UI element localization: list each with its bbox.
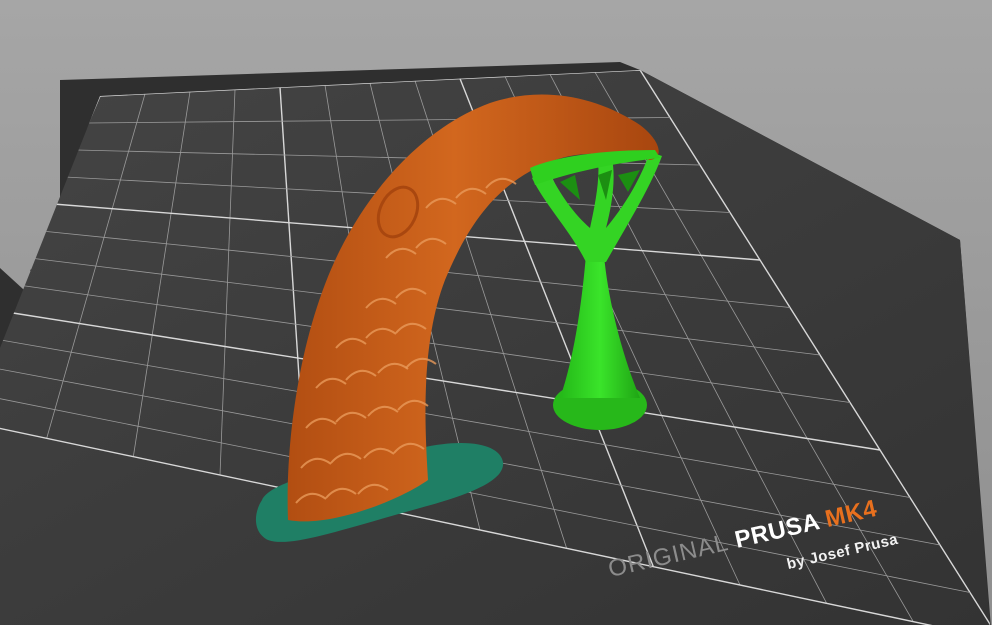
scene-canvas[interactable] <box>0 0 992 625</box>
3d-viewport[interactable]: ORIGINAL PRUSA MK4 by Josef Prusa <box>0 0 992 625</box>
